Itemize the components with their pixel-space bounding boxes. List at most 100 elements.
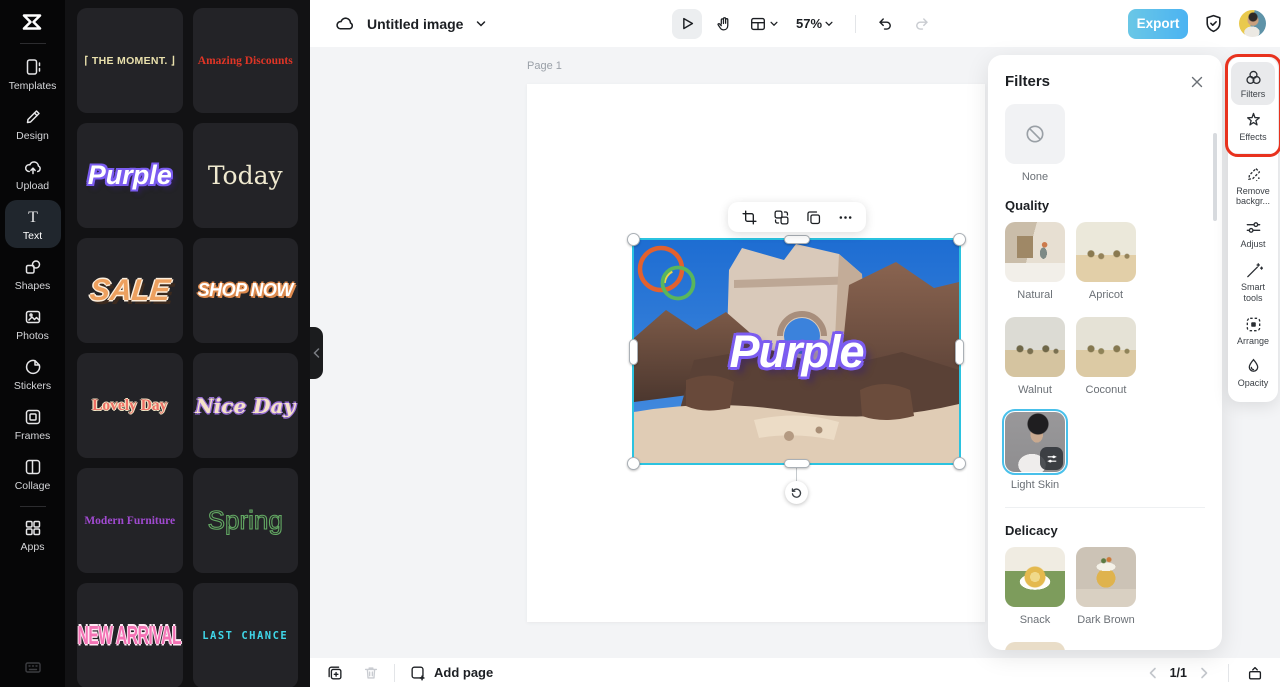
sidebar-item-apps[interactable]: Apps — [5, 511, 61, 559]
trash-icon — [364, 666, 378, 679]
right-tool-rail: Filters Effects Remove backgr... Adjust … — [1228, 57, 1278, 403]
tool-smart-tools[interactable]: Smart tools — [1231, 255, 1275, 309]
tool-opacity[interactable]: Opacity — [1231, 351, 1275, 394]
tool-filters[interactable]: Filters — [1231, 62, 1275, 105]
template-card-amazing-discounts[interactable]: Amazing Discounts — [192, 8, 298, 113]
close-icon[interactable] — [1189, 74, 1205, 90]
resize-handle-top-right[interactable] — [953, 233, 966, 246]
resize-handle-bottom-left[interactable] — [627, 457, 640, 470]
filter-adjust-badge[interactable] — [1040, 447, 1063, 470]
sidebar-item-design[interactable]: Design — [5, 100, 61, 148]
sidebar-item-frames[interactable]: Frames — [5, 400, 61, 448]
resize-handle-bottom-right[interactable] — [953, 457, 966, 470]
tool-arrange[interactable]: Arrange — [1231, 309, 1275, 352]
filter-option-miso[interactable]: Miso — [1005, 642, 1065, 650]
filter-option-none[interactable]: None — [1005, 104, 1065, 183]
select-tool-button[interactable] — [672, 8, 702, 39]
keyboard-shortcuts-icon[interactable] — [23, 657, 43, 677]
next-page-button[interactable] — [1197, 666, 1211, 680]
filter-label: Walnut — [1018, 384, 1052, 396]
filter-option-walnut[interactable]: Walnut — [1005, 317, 1065, 396]
shield-check-icon[interactable] — [1203, 13, 1224, 34]
template-card-text: Amazing Discounts — [197, 54, 293, 67]
redo-button[interactable] — [907, 9, 937, 39]
svg-text:T: T — [28, 209, 38, 226]
tool-label: Remove backgr... — [1235, 185, 1271, 207]
page-manager-icon[interactable] — [1246, 664, 1264, 682]
scrollbar[interactable] — [1213, 133, 1217, 221]
undo-button[interactable] — [870, 9, 900, 39]
sidebar-item-label: Shapes — [14, 280, 51, 292]
sidebar-item-upload[interactable]: Upload — [5, 150, 61, 198]
chevron-down-icon[interactable] — [475, 18, 487, 30]
filter-option-natural[interactable]: Natural — [1005, 222, 1065, 301]
panel-collapse-handle[interactable] — [310, 327, 323, 379]
replace-button[interactable] — [768, 204, 794, 230]
layout-tool-button[interactable] — [746, 9, 782, 39]
upload-icon — [23, 157, 43, 177]
filter-option-snack[interactable]: Snack — [1005, 547, 1065, 626]
resize-handle-left[interactable] — [629, 339, 638, 365]
zoom-level-button[interactable]: 57% — [789, 9, 841, 39]
collage-icon — [23, 457, 43, 477]
duplicate-button[interactable] — [800, 204, 826, 230]
template-card-last-chance[interactable]: LAST CHANCE — [192, 583, 298, 687]
filter-thumbnail — [1005, 317, 1065, 377]
template-card-today[interactable]: Today — [192, 123, 298, 228]
filters-panel: Filters None Quality Natural Apricot Wal… — [988, 55, 1222, 650]
sidebar-item-label: Collage — [14, 480, 51, 492]
hand-icon — [717, 16, 729, 30]
sidebar-item-shapes[interactable]: Shapes — [5, 250, 61, 298]
export-button[interactable]: Export — [1128, 8, 1188, 39]
arrange-icon — [1246, 317, 1260, 331]
document-title[interactable]: Untitled image — [367, 16, 463, 32]
template-card-nice-day[interactable]: Nice Day — [192, 353, 298, 458]
resize-handle-top-left[interactable] — [627, 233, 640, 246]
previous-page-button[interactable] — [1146, 666, 1160, 680]
template-card-the-moment[interactable]: ⌈ THE MOMENT. ⌋ — [77, 8, 183, 113]
tool-label: Arrange — [1236, 335, 1270, 346]
filter-option-light-skin[interactable]: Light Skin — [1002, 409, 1068, 491]
sidebar-item-text[interactable]: T Text — [4, 200, 61, 248]
template-card-modern-furniture[interactable]: Modern Furniture — [77, 468, 183, 573]
rotate-handle[interactable] — [785, 481, 808, 504]
sidebar-item-photos[interactable]: Photos — [5, 300, 61, 348]
user-avatar[interactable] — [1239, 10, 1266, 37]
sidebar-item-stickers[interactable]: Stickers — [5, 350, 61, 398]
sidebar-item-label: Frames — [14, 430, 51, 442]
filter-option-apricot[interactable]: Apricot — [1076, 222, 1136, 301]
add-page-button[interactable]: Add page — [409, 664, 493, 682]
template-card-text: LAST CHANCE — [202, 629, 289, 642]
crop-button[interactable] — [736, 204, 762, 230]
template-card-spring[interactable]: Spring — [192, 468, 298, 573]
capcut-logo[interactable] — [20, 11, 46, 33]
delete-page-button[interactable] — [362, 664, 380, 682]
resize-handle-top[interactable] — [784, 235, 810, 244]
more-options-button[interactable] — [832, 204, 858, 230]
template-card-sale[interactable]: SALE — [77, 238, 183, 343]
template-card-new-arrival[interactable]: NEW ARRIVAL — [77, 583, 183, 687]
cloud-save-icon[interactable] — [334, 13, 355, 34]
filter-option-dark-brown[interactable]: Dark Brown — [1076, 547, 1136, 626]
tool-remove-background[interactable]: Remove backgr... — [1231, 159, 1275, 213]
stickers-icon — [23, 357, 43, 377]
template-card-shop-now[interactable]: SHOP NOW — [192, 238, 298, 343]
text-templates-panel: ⌈ THE MOMENT. ⌋ Amazing Discounts Purple… — [65, 0, 310, 687]
magic-wand-icon — [1246, 263, 1263, 278]
tool-adjust[interactable]: Adjust — [1231, 212, 1275, 255]
hand-tool-button[interactable] — [709, 9, 739, 39]
sidebar-item-templates[interactable]: Templates — [5, 50, 61, 98]
filter-option-coconut[interactable]: Coconut — [1076, 317, 1136, 396]
resize-handle-bottom[interactable] — [784, 459, 810, 468]
image-overlay-text[interactable]: Purple — [634, 326, 959, 378]
template-card-purple[interactable]: Purple — [77, 123, 183, 228]
filter-label: Dark Brown — [1077, 614, 1135, 626]
selected-image[interactable]: Purple — [627, 233, 966, 470]
tool-effects[interactable]: Effects — [1231, 105, 1275, 148]
resize-handle-right[interactable] — [955, 339, 964, 365]
filter-thumbnail — [1076, 547, 1136, 607]
template-card-lovely-day[interactable]: Lovely Day — [77, 353, 183, 458]
sidebar-item-collage[interactable]: Collage — [5, 450, 61, 498]
sidebar-item-label: Photos — [16, 330, 49, 342]
duplicate-page-button[interactable] — [326, 664, 344, 682]
